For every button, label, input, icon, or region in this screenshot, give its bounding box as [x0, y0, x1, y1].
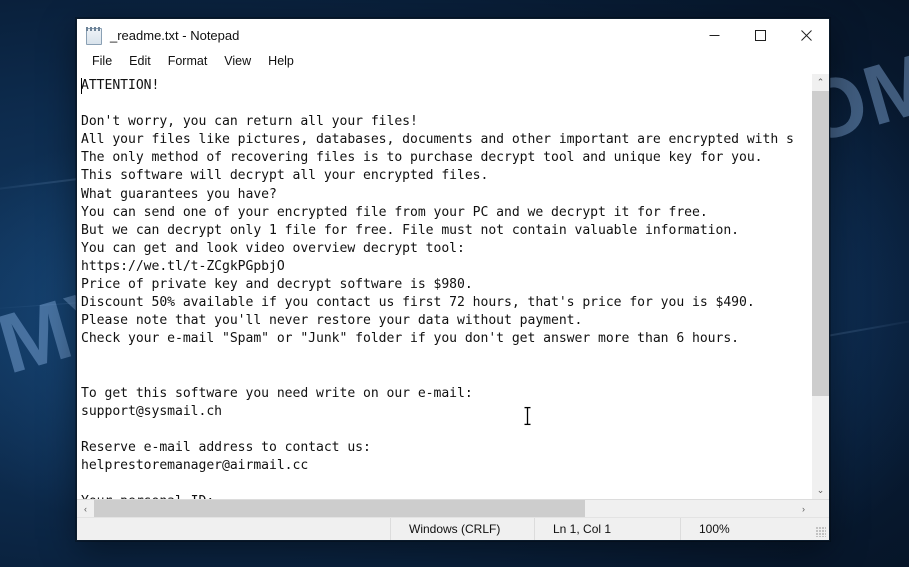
window-titlebar[interactable]: _readme.txt - Notepad	[77, 19, 829, 51]
status-encoding: Windows (CRLF)	[390, 518, 534, 540]
vertical-scroll-thumb[interactable]	[812, 91, 829, 396]
text-caret	[81, 78, 82, 94]
status-bar-spacer	[77, 518, 390, 540]
scrollbar-corner	[812, 500, 829, 517]
menu-item-view[interactable]: View	[216, 53, 260, 71]
status-zoom-level: 100%	[680, 518, 829, 540]
scroll-right-icon[interactable]: ›	[795, 500, 812, 517]
maximize-button[interactable]	[737, 19, 783, 51]
editor-area: ATTENTION! Don't worry, you can return a…	[77, 73, 829, 499]
scroll-left-icon[interactable]: ‹	[77, 500, 94, 517]
status-cursor-position: Ln 1, Col 1	[534, 518, 680, 540]
menu-item-format[interactable]: Format	[160, 53, 217, 71]
horizontal-scroll-thumb[interactable]	[94, 500, 585, 517]
scroll-up-icon[interactable]: ⌃	[812, 74, 829, 91]
horizontal-scrollbar[interactable]: ‹ ›	[77, 499, 829, 517]
vertical-scroll-track[interactable]	[812, 91, 829, 482]
window-title: _readme.txt - Notepad	[110, 27, 240, 43]
menu-item-file[interactable]: File	[84, 53, 121, 71]
scroll-down-icon[interactable]: ⌄	[812, 482, 829, 499]
menu-bar: File Edit Format View Help	[77, 51, 829, 73]
close-button[interactable]	[783, 19, 829, 51]
text-editor[interactable]: ATTENTION! Don't worry, you can return a…	[77, 74, 811, 499]
status-bar: Windows (CRLF) Ln 1, Col 1 100%	[77, 517, 829, 540]
notepad-window: _readme.txt - Notepad File Edit Format V…	[76, 18, 830, 541]
menu-item-help[interactable]: Help	[260, 53, 303, 71]
minimize-button[interactable]	[691, 19, 737, 51]
menu-item-edit[interactable]: Edit	[121, 53, 160, 71]
desktop-background: MYANTISPYWARE.COM _readme.txt - Notepad	[0, 0, 909, 567]
horizontal-scroll-track[interactable]	[94, 500, 795, 517]
document-text: ATTENTION! Don't worry, you can return a…	[81, 78, 794, 499]
notepad-icon	[85, 26, 103, 45]
resize-grip-icon[interactable]	[816, 527, 826, 537]
window-controls	[691, 19, 829, 51]
vertical-scrollbar[interactable]: ⌃ ⌄	[811, 74, 829, 499]
